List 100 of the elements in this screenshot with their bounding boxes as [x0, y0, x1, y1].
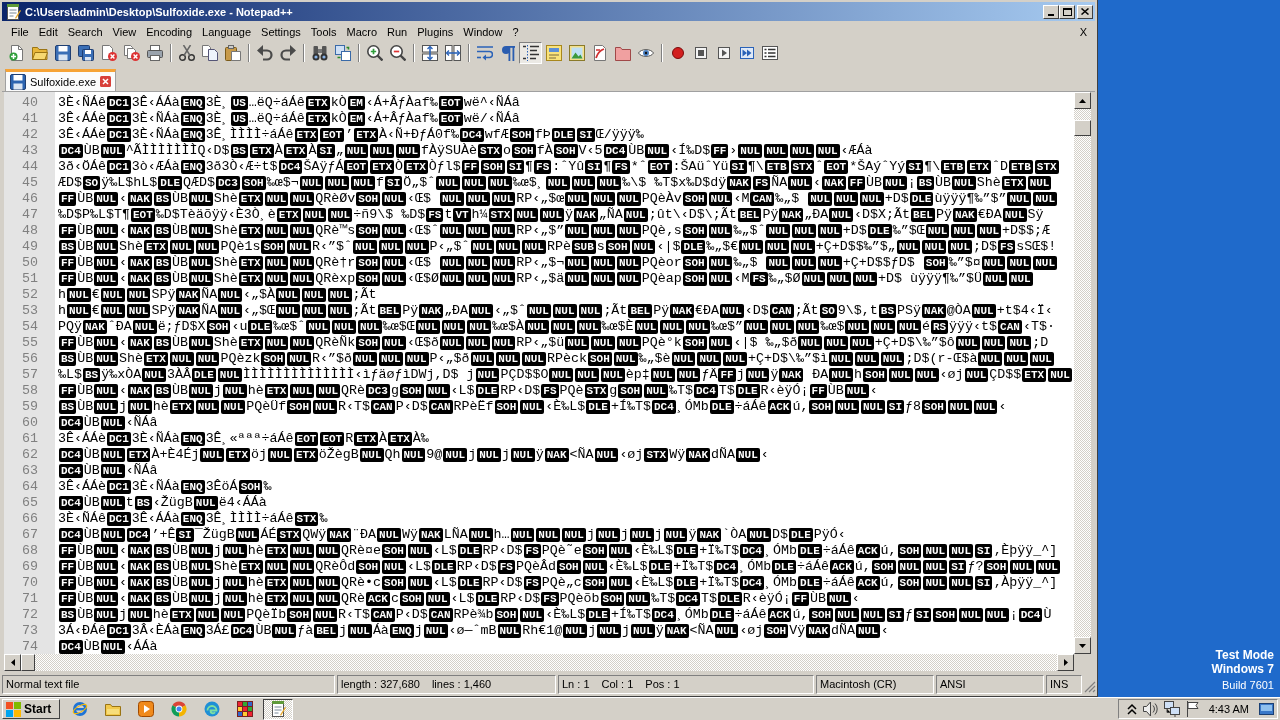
line-ending-text: Macintosh (CR): [820, 677, 897, 692]
scroll-up-button[interactable]: [1074, 92, 1091, 109]
encoding-text: ANSI: [940, 677, 966, 692]
code-line: ‰L$ BS ÿ‰xÒA NUL 3ÀÂ DLE NUL ÌÌÌÌÌÌÌÌÌÌÌÌÌÌ‹ìƒäøƒìDWj,D$ j NUL PÇD$$O NUL NUL NUL èp‡ NUL NUL ƒÄ FF j NUL ÿ NAK ÐA NUL h SOH NUL NUL ‹øj NUL ÇD$$ ETX NUL: [57, 367, 1073, 383]
menu-item[interactable]: Window: [458, 23, 508, 40]
line-number: 66: [21, 511, 39, 527]
line-number: 62: [21, 447, 39, 463]
save-all-icon: [77, 45, 94, 61]
maximize-button[interactable]: [1059, 4, 1075, 19]
menu-item[interactable]: Edit: [33, 23, 63, 40]
save-icon: [54, 45, 71, 61]
code-line: 3Ê‹ÁÁè DC1 3È‹ÑÁà ENQ 3È¸ US …ëQ÷áÁê ETX kÒ EM ‹Á+ÂƒÀaf‰ EOT wë/‹ÑÁâ: [57, 111, 520, 127]
code-line: h NUL € NUL NUL SPÿ NAK ÑA NUL ‹„$Œ NUL NUL NUL ;Ãt BEL Pÿ NAK „ÐA NUL ‹„$ˆ NUL NUL NUL ;Ãt BEL Pÿ NAK €ÐA NUL ‹D$ CAN ;Ãt SO 9\$,t BS PSÿ NAK @ÒA NUL +t$4‹Ï‹: [57, 303, 1053, 319]
line-number: 72: [21, 607, 39, 623]
play-icon: [717, 47, 730, 59]
menu-item[interactable]: Plugins: [412, 23, 459, 40]
minimize-button[interactable]: [1043, 4, 1059, 19]
line-number: 46: [21, 191, 39, 207]
line-number: 70: [21, 575, 39, 591]
code-line: DC4 ÙB NUL ‹ÁÁà: [58, 639, 158, 654]
floppy-icon: [10, 73, 26, 90]
line-number: 69: [21, 559, 39, 575]
chevron-up-icon[interactable]: [1126, 703, 1137, 715]
scrollbar-thumb[interactable]: [1074, 120, 1091, 136]
line-number: 47: [21, 207, 39, 223]
code-line: FF ÙB NUL ‹ NAK BS ÙB NUL Shè ETX NUL NUL QRèxp SOH NUL ‹Œ$Ø NUL NUL NUL RP‹„$ä NUL NUL NUL PQèap SOH NUL ‹M FS ‰„$Ø NUL NUL NUL +D$ ùÿÿÿ¶‰”$Ü NUL NUL: [58, 271, 1034, 287]
code-line: DC4 ÙB NUL ‹ÑÁâ: [58, 415, 158, 431]
code-line: DC4 ÙB NUL DC4 ’+Ê SI ¯ŽügB NUL ÁÉ STX QWÿ NAK ¨ÐA NUL Wÿ NAK LÑA NUL h… NUL NUL NUL j NUL j NUL j NUL ÿ NAK `ÒA NUL D$ DLE PÿÓ‹: [58, 527, 846, 543]
menu-item[interactable]: Settings: [256, 23, 306, 40]
code-line: 3Ê‹ÁÁè DC1 3È‹ÑÁà ENQ 3Ê¸ÌÌÌÌ÷áÁê ETX EOT ’ ETX À‹Ñ+ÐƒÁ0f‰ DC4 wfÆ SOH fÞ DLE SI Œ/ÿÿÿ‰: [57, 127, 644, 143]
menu-item[interactable]: Macro: [341, 23, 383, 40]
copy-icon: [201, 45, 218, 61]
taskbar-button[interactable]: [263, 698, 293, 720]
list-icon: [761, 46, 778, 60]
line-number: 71: [21, 591, 39, 607]
menu-item[interactable]: ?: [507, 23, 524, 40]
browser-icon: [171, 701, 187, 717]
code-line: BS ÙB NUL j NUL hè ETX NUL NUL PQèÏb SOH NUL R‹T$ CAN P‹D$ CAN RPè¾b SOH NUL ‹È‰L$ DLE +Í‰T$ DC4 ¸ÓMb DLE ÷áÁê ACK ú, SOH NUL NUL SI ƒ SI SOH NUL NUL ¡ DC4 Ù: [58, 607, 1052, 623]
document-tab[interactable]: Sulfoxide.exe: [5, 69, 117, 91]
show-desktop-icon[interactable]: [1259, 703, 1274, 715]
code-line: 3Ê‹ÁÁè DC1 3È‹ÑÁà ENQ 3ÊöÁ SOH ‰: [57, 479, 272, 495]
line-number: 45: [21, 175, 39, 191]
code-line: FF ÙB NUL ‹ NAK BS ÙB NUL Shè ETX NUL NUL QRè†r SOH NUL ‹Œ$ NUL NUL NUL RP‹„$¬ NUL NUL NUL PQèor SOH NUL ‰„$ NUL NUL NUL +Ç+D$$ƒD$ SOH ‰”$¤ NUL NUL NUL: [58, 255, 1059, 271]
code-line: FF ÙB NUL ‹ NAK BS ÙB NUL Shè ETX NUL NUL QRèÔd SOH NUL ‹L$ DLE RP‹D$ FS PQèÂd SOH NUL ‹È‰L$ DLE +Ï‰T$ DC4 ¸ÓMb DLE ÷áÁê ACK ú, SOH NUL NUL SI ƒ? SOH NUL NUL: [58, 559, 1061, 575]
scrollbar-thumb[interactable]: [21, 654, 35, 671]
line-number: 52: [21, 287, 39, 303]
flag-icon[interactable]: [1185, 701, 1199, 717]
scroll-right-button[interactable]: [1057, 654, 1074, 671]
line-number: 48: [21, 223, 39, 239]
start-button[interactable]: Start: [2, 699, 60, 719]
line-number: 49: [21, 239, 39, 255]
close-icon[interactable]: [100, 76, 112, 87]
menu-item[interactable]: Language: [197, 23, 257, 40]
code-line: DC4 ÙB NUL t BS ‹ŽügB NUL ë4‹ÁÁà: [58, 495, 267, 511]
pilcrow-icon: [499, 45, 516, 61]
scroll-left-button[interactable]: [4, 654, 21, 671]
line-number: 67: [21, 527, 39, 543]
close-document-button[interactable]: X: [1076, 23, 1090, 40]
menu-item[interactable]: Tools: [305, 23, 342, 40]
resize-grip-icon[interactable]: [1084, 681, 1096, 693]
scissors-icon: [178, 45, 195, 61]
stop-icon: [694, 47, 707, 59]
line-number: 56: [21, 351, 39, 367]
eye-icon: [637, 48, 654, 58]
browser-icon: [204, 701, 220, 717]
line-number: 50: [21, 255, 39, 271]
menu-item[interactable]: Encoding: [141, 23, 198, 40]
menu-item[interactable]: File: [6, 23, 34, 40]
search-icon: [311, 45, 328, 61]
code-line: 3È‹ÑÁê DC1 3Ê‹ÁÁà ENQ 3Ê¸ÌÌÌÌ÷áÁê STX ‰: [57, 511, 328, 527]
indent-guide-button[interactable]: [519, 42, 542, 64]
printer-icon: [146, 45, 163, 61]
close-button[interactable]: [1077, 4, 1093, 19]
menu-item[interactable]: View: [107, 23, 142, 40]
horizontal-sync-icon: [444, 45, 461, 61]
fast-forward-icon: [739, 47, 754, 59]
line-number: 58: [21, 383, 39, 399]
code-line: 3Ê‹ÁÁè DC1 3È‹ÑÁà ENQ 3Ê¸«ªªª÷áÁê EOT EOT R ETX À ETX À‰: [57, 431, 429, 447]
document-icon: [545, 45, 562, 61]
network-icon[interactable]: [1163, 701, 1180, 717]
menu-item[interactable]: Run: [382, 23, 413, 40]
line-number: 57: [21, 367, 39, 383]
line-number: 65: [21, 495, 39, 511]
grid-icon: [237, 701, 253, 717]
clock-text[interactable]: 4:43 AM: [1208, 703, 1249, 715]
window-title: C:\Users\admin\Desktop\Sulfoxide.exe - Notepad++: [25, 5, 293, 18]
media-player-icon: [138, 701, 154, 717]
line-number: 51: [21, 271, 39, 287]
speaker-icon[interactable]: [1142, 701, 1158, 717]
code-line: DC4 ÙB NUL ‹ÑÁâ: [58, 463, 158, 479]
file-icon: [591, 45, 608, 61]
code-line: BS ÙB NUL j NUL hè ETX NUL NUL PQèÜf SOH NUL R‹T$ CAN P‹D$ CAN RPèËf SOH NUL ‹È‰L$ DLE +Í‰T$ DC4 ¸ÓMb DLE ÷áÁê ACK ú, SOH NUL NUL SI ƒ8 SOH NUL NUL ‹: [58, 399, 1007, 415]
code-line: h NUL € NUL NUL SPÿ NAK ÑA NUL ‹„$À NUL NUL NUL ;Ãt: [57, 287, 377, 303]
code-line: FF ÙB NUL ‹ NAK BS ÙB NUL j NUL hè ETX NUL NUL QRè ACK c SOH NUL ‹L$ DLE RP‹D$ FS PQèõb SOH NUL ‰T$ DC4 T$ DLE R‹èÿÓ¡ FF ÙB NUL ‹: [58, 591, 860, 607]
windows-logo-icon: [6, 701, 21, 717]
menu-item[interactable]: Search: [62, 23, 108, 40]
close-icon: [1081, 8, 1089, 15]
scroll-down-button[interactable]: [1074, 637, 1091, 654]
line-number: 74: [21, 639, 39, 654]
redo-icon: [279, 45, 296, 61]
